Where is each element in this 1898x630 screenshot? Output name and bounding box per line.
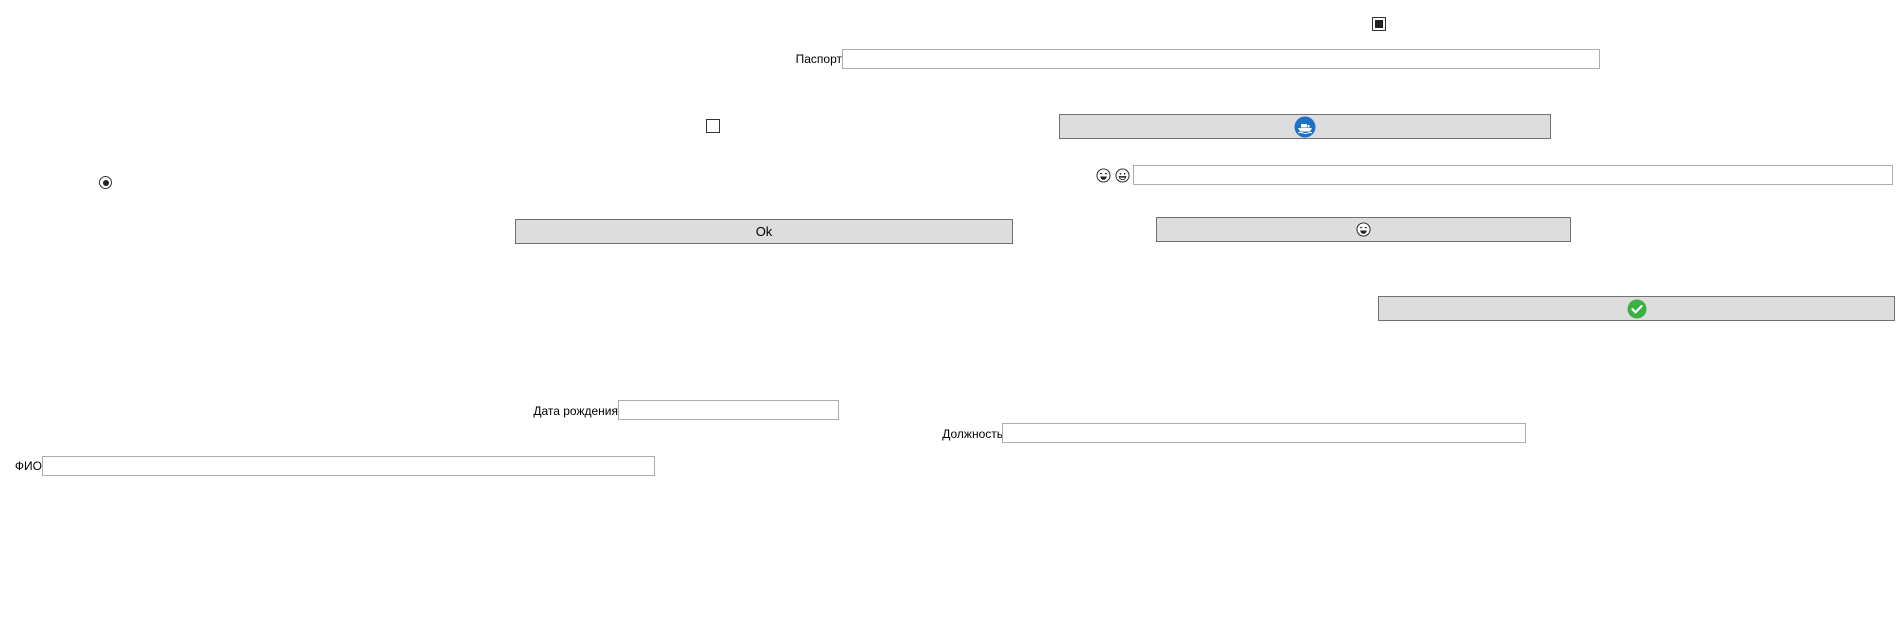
passport-field[interactable] (842, 49, 1600, 69)
passport-label: Паспорт (795, 52, 842, 66)
birthdate-label: Дата рождения (533, 404, 618, 418)
ship-button[interactable] (1059, 114, 1551, 139)
mid-checkbox[interactable] (706, 119, 720, 133)
ok-button[interactable]: Ok (515, 219, 1013, 244)
fio-field[interactable] (42, 456, 655, 476)
laughing-face-icon (1356, 222, 1371, 237)
emoji-text-field[interactable] (1133, 165, 1893, 185)
birthdate-field[interactable] (618, 400, 839, 420)
emoji-button[interactable] (1156, 217, 1571, 242)
radio-button[interactable] (99, 176, 112, 189)
laughing-face-icon (1096, 168, 1111, 183)
top-checkbox[interactable] (1372, 17, 1386, 31)
position-label: Должность (942, 427, 1003, 441)
grinning-face-icon (1115, 168, 1130, 183)
check-button[interactable] (1378, 296, 1895, 321)
green-check-icon (1627, 299, 1646, 318)
ship-icon (1294, 116, 1316, 137)
fio-label: ФИО (14, 459, 42, 473)
position-field[interactable] (1002, 423, 1526, 443)
